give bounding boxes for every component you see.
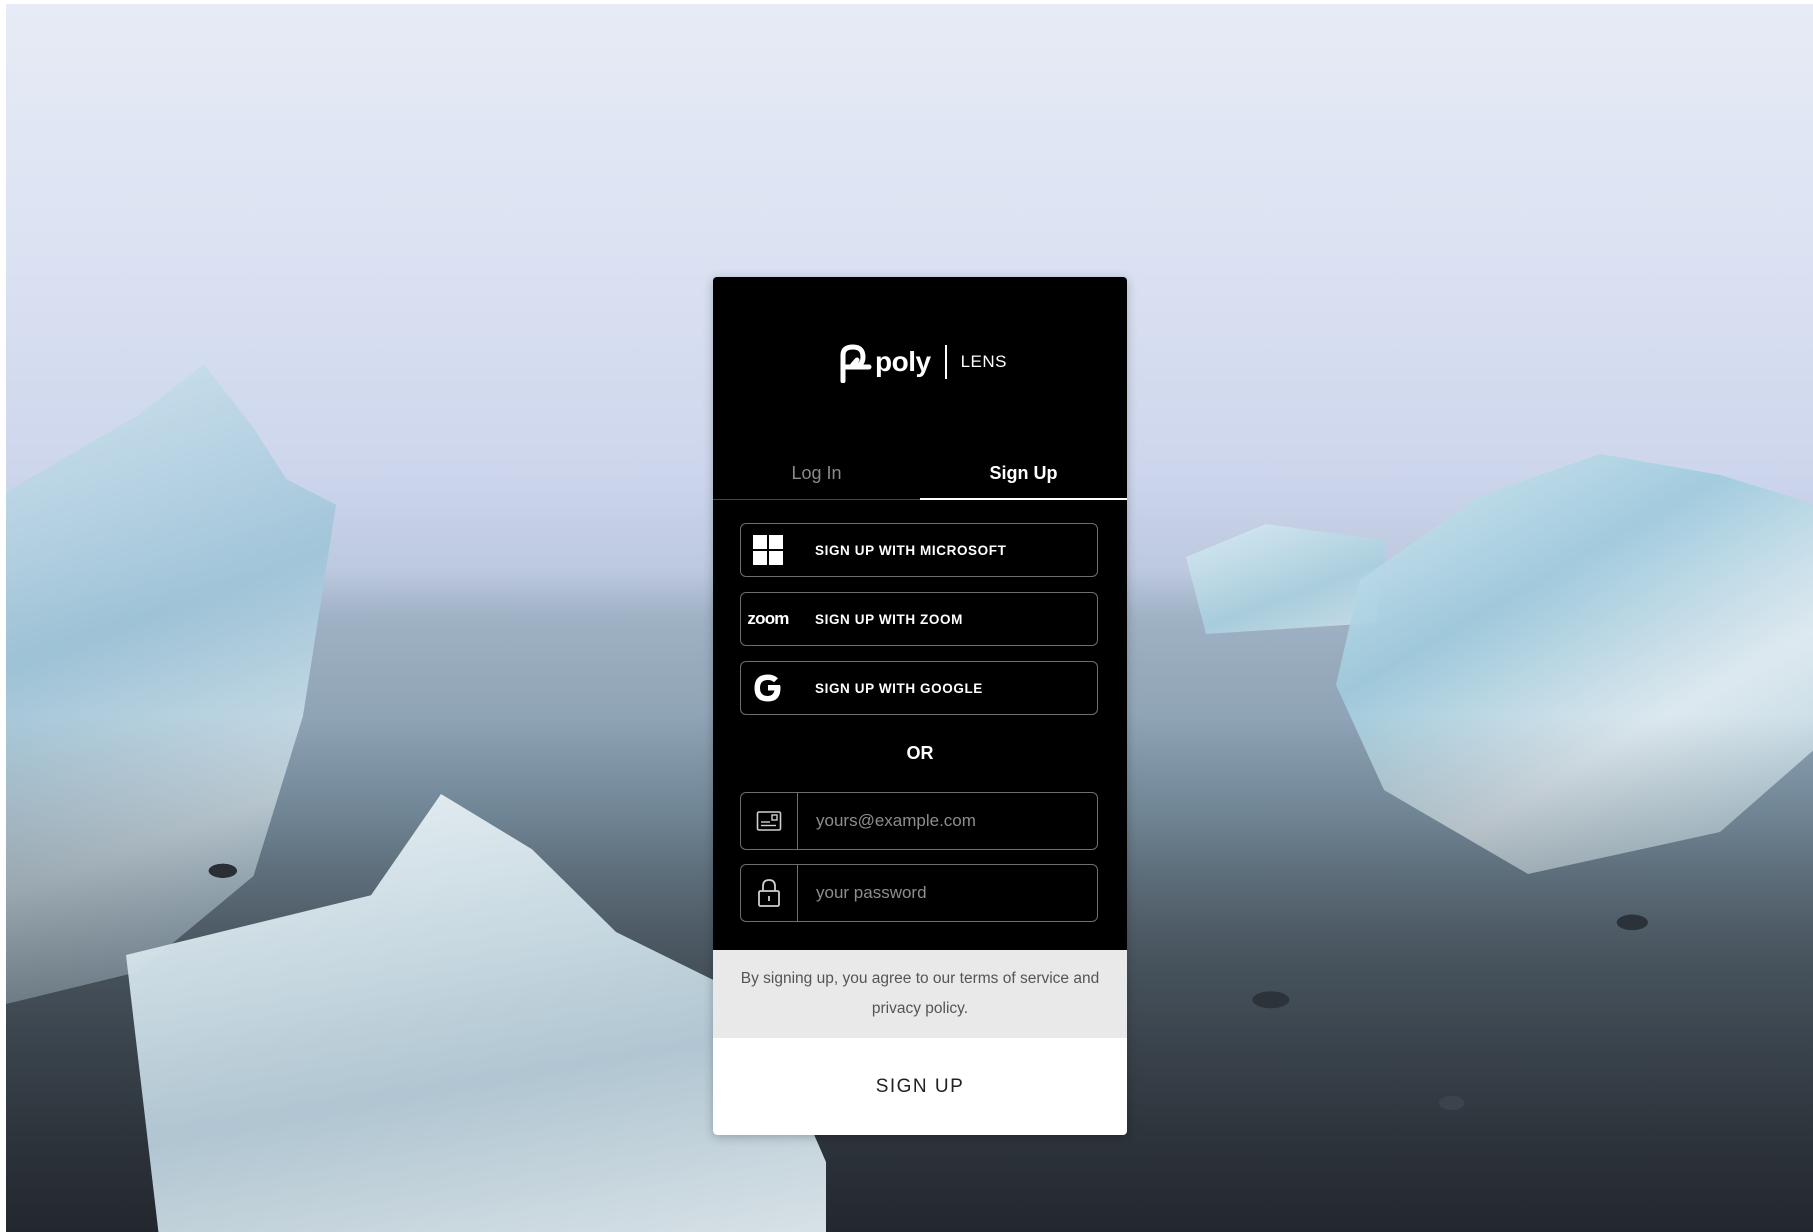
email-card-icon: [741, 793, 798, 849]
tab-signup[interactable]: Sign Up: [920, 447, 1127, 500]
tab-login[interactable]: Log In: [713, 447, 920, 499]
auth-panel: poly LENS Log In Sign Up SIGN UP WITH MI…: [713, 277, 1127, 1135]
signup-google-label: SIGN UP WITH GOOGLE: [815, 680, 983, 696]
terms-prefix: By signing up, you agree to our: [740, 970, 960, 987]
password-input[interactable]: [798, 864, 1097, 922]
signup-submit-button[interactable]: SIGN UP: [713, 1038, 1127, 1135]
password-field: [740, 864, 1098, 922]
product-name: LENS: [960, 352, 1007, 371]
terms-of-service-link[interactable]: terms of service: [960, 970, 1069, 987]
signup-microsoft-button[interactable]: SIGN UP WITH MICROSOFT: [740, 523, 1098, 577]
privacy-policy-link[interactable]: privacy policy: [872, 1000, 964, 1017]
zoom-logo-text: zoom: [747, 609, 789, 628]
email-field: [740, 792, 1098, 850]
logo-wordmark: poly: [875, 346, 931, 377]
logo-divider: [944, 345, 947, 379]
auth-tabs: Log In Sign Up: [713, 447, 1127, 500]
signup-google-button[interactable]: SIGN UP WITH GOOGLE: [740, 661, 1098, 715]
poly-lens-logo: poly LENS: [713, 337, 1127, 387]
signup-zoom-label: SIGN UP WITH ZOOM: [815, 611, 963, 627]
poly-logo-icon: [840, 344, 872, 383]
terms-notice: By signing up, you agree to our terms of…: [713, 950, 1127, 1038]
email-input[interactable]: [798, 792, 1097, 850]
microsoft-icon: [741, 524, 795, 576]
signup-zoom-button[interactable]: zoom SIGN UP WITH ZOOM: [740, 592, 1098, 646]
or-divider: OR: [906, 743, 934, 763]
terms-middle: and: [1069, 970, 1100, 987]
zoom-icon: zoom: [741, 593, 795, 645]
google-icon: [741, 662, 795, 714]
signup-microsoft-label: SIGN UP WITH MICROSOFT: [815, 542, 1007, 558]
terms-suffix: .: [963, 1000, 969, 1017]
lock-icon: [741, 865, 798, 921]
